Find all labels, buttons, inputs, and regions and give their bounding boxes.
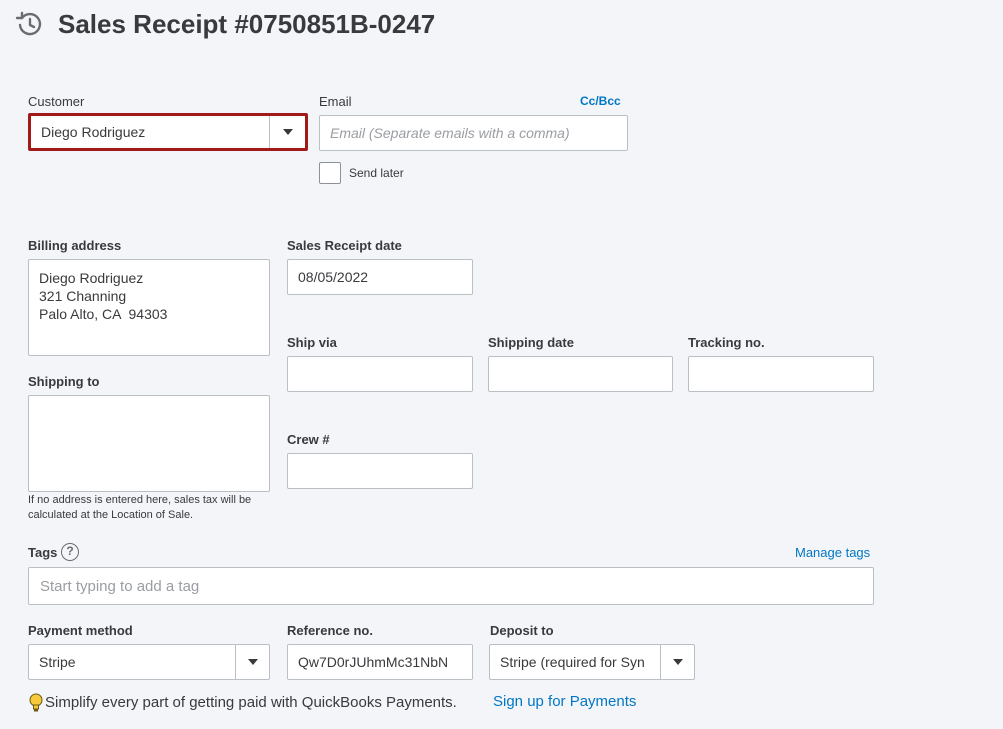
- crew-label: Crew #: [287, 432, 330, 447]
- customer-select[interactable]: Diego Rodriguez: [28, 113, 308, 151]
- tags-input[interactable]: [29, 568, 873, 604]
- deposit-to-value: Stripe (required for Syn: [500, 654, 645, 670]
- history-icon[interactable]: [14, 8, 46, 40]
- chevron-down-icon[interactable]: [235, 645, 269, 679]
- shipping-date-label: Shipping date: [488, 335, 574, 350]
- billing-line: Diego Rodriguez: [39, 270, 144, 286]
- billing-address-textarea[interactable]: Diego Rodriguez 321 Channing Palo Alto, …: [28, 259, 270, 356]
- clock-history-icon: [15, 11, 42, 36]
- payment-method-label: Payment method: [28, 623, 133, 638]
- payment-method-select[interactable]: Stripe: [28, 644, 270, 680]
- reference-value: Qw7D0rJUhmMc31NbN: [298, 654, 449, 670]
- promo-text: Simplify every part of getting paid with…: [45, 694, 457, 711]
- lightbulb-icon: [28, 693, 44, 713]
- billing-line: Palo Alto, CA 94303: [39, 306, 168, 322]
- shipping-note: If no address is entered here, sales tax…: [28, 494, 252, 521]
- billing-line: 321 Channing: [39, 288, 127, 304]
- help-icon[interactable]: ?: [61, 543, 79, 561]
- ship-via-input[interactable]: [287, 356, 473, 392]
- payment-method-value: Stripe: [39, 654, 76, 670]
- customer-value: Diego Rodriguez: [41, 124, 146, 140]
- send-later-checkbox[interactable]: [319, 162, 341, 184]
- deposit-to-select[interactable]: Stripe (required for Syn: [489, 644, 695, 680]
- email-label: Email: [319, 94, 352, 109]
- ship-via-label: Ship via: [287, 335, 337, 350]
- page-title: Sales Receipt #0750851B-0247: [58, 9, 436, 39]
- reference-label: Reference no.: [287, 623, 373, 638]
- manage-tags-link[interactable]: Manage tags: [795, 545, 870, 560]
- tags-label: Tags: [28, 545, 58, 560]
- email-field[interactable]: [319, 115, 628, 151]
- send-later-label: Send later: [349, 166, 404, 180]
- cc-bcc-link[interactable]: Cc/Bcc: [580, 94, 621, 108]
- shipping-to-label: Shipping to: [28, 374, 100, 389]
- reference-input[interactable]: Qw7D0rJUhmMc31NbN: [287, 644, 473, 680]
- customer-label: Customer: [28, 94, 85, 109]
- lightbulb-svg: [29, 693, 43, 712]
- tracking-label: Tracking no.: [688, 335, 765, 350]
- email-input[interactable]: [320, 116, 627, 150]
- chevron-down-icon[interactable]: [660, 645, 694, 679]
- billing-address-label: Billing address: [28, 238, 122, 253]
- sign-up-payments-link[interactable]: Sign up for Payments: [493, 693, 636, 710]
- receipt-date-label: Sales Receipt date: [287, 238, 402, 253]
- crew-input[interactable]: [287, 453, 473, 489]
- deposit-to-label: Deposit to: [490, 623, 554, 638]
- shipping-date-input[interactable]: [488, 356, 673, 392]
- tags-input-field[interactable]: [28, 567, 874, 605]
- tracking-input[interactable]: [688, 356, 874, 392]
- chevron-down-icon[interactable]: [269, 116, 305, 148]
- shipping-to-textarea[interactable]: [28, 395, 270, 492]
- receipt-date-input[interactable]: 08/05/2022: [287, 259, 473, 295]
- receipt-date-value: 08/05/2022: [298, 269, 369, 285]
